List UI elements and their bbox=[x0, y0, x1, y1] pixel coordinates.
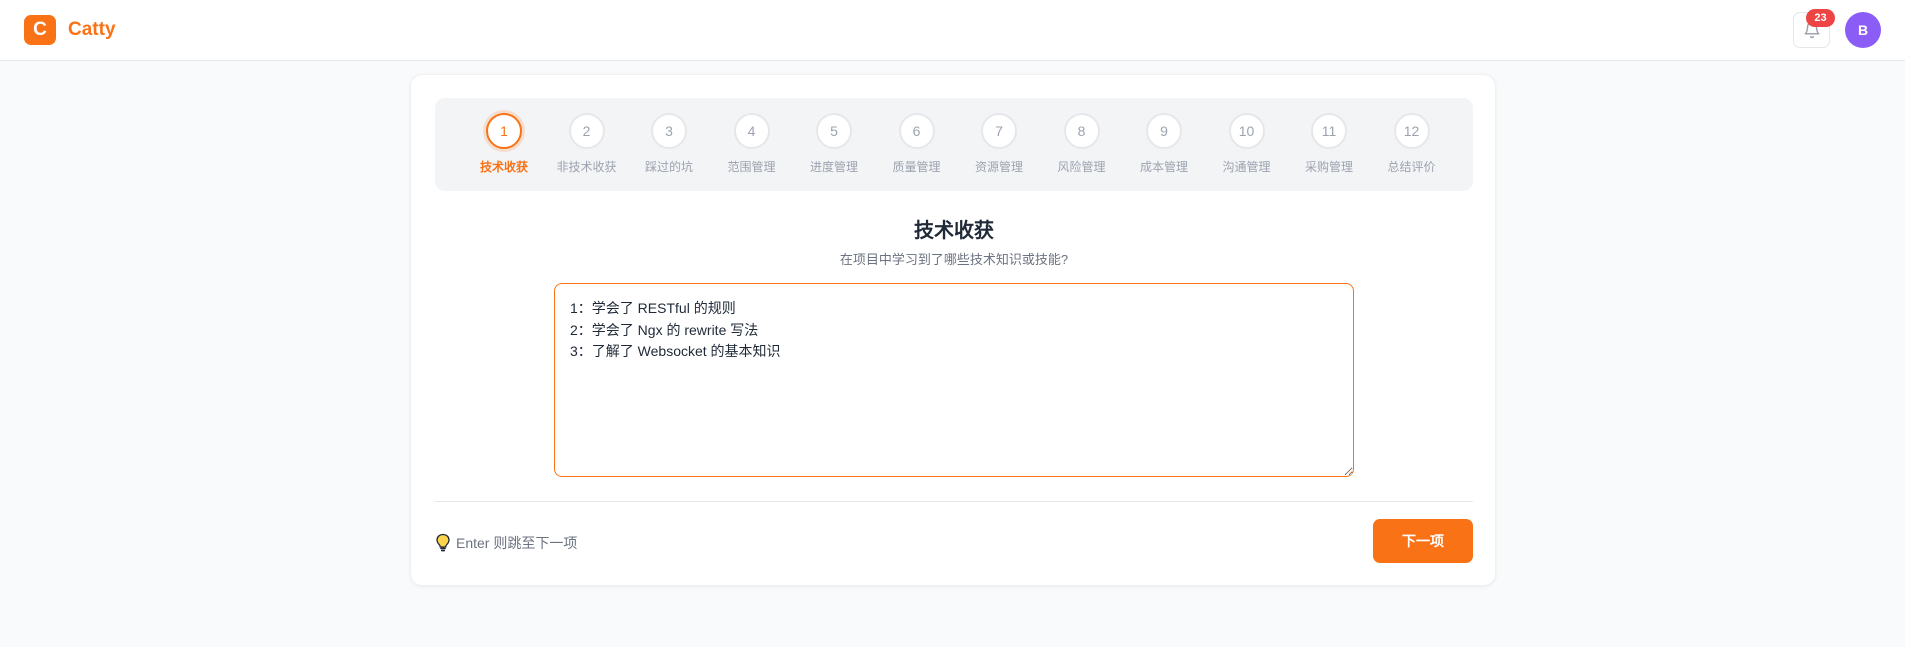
next-button[interactable]: 下一项 bbox=[1373, 519, 1473, 563]
step-8[interactable]: 8 风险管理 bbox=[1041, 98, 1123, 191]
notification-badge: 23 bbox=[1806, 9, 1835, 27]
step-label: 技术收获 bbox=[479, 160, 528, 174]
step-label: 总结评价 bbox=[1387, 160, 1436, 174]
step-1[interactable]: 1 技术收获 bbox=[463, 98, 545, 191]
logo-icon[interactable]: C bbox=[24, 15, 56, 45]
step-label: 非技术收获 bbox=[556, 160, 617, 174]
step-4[interactable]: 4 范围管理 bbox=[711, 98, 793, 191]
question-subtitle: 在项目中学习到了哪些技术知识或技能? bbox=[839, 252, 1069, 267]
step-7[interactable]: 7 资源管理 bbox=[958, 98, 1040, 191]
divider bbox=[435, 501, 1473, 502]
step-10[interactable]: 10 沟通管理 bbox=[1206, 98, 1288, 191]
step-number: 7 bbox=[981, 113, 1017, 149]
answer-textarea[interactable] bbox=[554, 283, 1354, 477]
step-5[interactable]: 5 进度管理 bbox=[793, 98, 875, 191]
lightbulb-icon bbox=[436, 533, 450, 552]
avatar[interactable]: B bbox=[1845, 12, 1881, 48]
step-number: 10 bbox=[1228, 113, 1265, 149]
step-number: 6 bbox=[898, 113, 935, 149]
step-label: 范围管理 bbox=[727, 160, 776, 174]
step-number: 3 bbox=[651, 113, 687, 149]
step-number: 11 bbox=[1311, 113, 1347, 149]
step-label: 沟通管理 bbox=[1222, 160, 1271, 174]
step-label: 风险管理 bbox=[1057, 160, 1106, 174]
step-label: 踩过的坑 bbox=[644, 160, 693, 174]
step-number: 8 bbox=[1063, 113, 1100, 149]
step-label: 质量管理 bbox=[892, 160, 941, 174]
step-number: 9 bbox=[1146, 113, 1182, 149]
step-label: 进度管理 bbox=[809, 160, 858, 174]
step-3[interactable]: 3 踩过的坑 bbox=[628, 98, 710, 191]
step-number: 2 bbox=[568, 113, 605, 149]
step-number: 4 bbox=[733, 113, 770, 149]
step-9[interactable]: 9 成本管理 bbox=[1123, 98, 1205, 191]
stepper: 1 技术收获 2 非技术收获 3 踩过的坑 4 范围管理 5 进度管理 6 质量管理 7 资源管理 8 风险管… bbox=[435, 98, 1473, 191]
step-label: 采购管理 bbox=[1304, 160, 1353, 174]
step-6[interactable]: 6 质量管理 bbox=[876, 98, 958, 191]
step-label: 资源管理 bbox=[974, 160, 1023, 174]
top-bar: C Catty 23 B bbox=[0, 0, 1905, 61]
step-2[interactable]: 2 非技术收获 bbox=[546, 98, 628, 191]
step-number: 12 bbox=[1393, 113, 1430, 149]
app-name[interactable]: Catty bbox=[68, 18, 116, 42]
step-11[interactable]: 11 采购管理 bbox=[1288, 98, 1370, 191]
step-12[interactable]: 12 总结评价 bbox=[1371, 98, 1453, 191]
hint-text: Enter 则跳至下一项 bbox=[456, 535, 578, 551]
step-number: 1 bbox=[486, 113, 522, 149]
step-number: 5 bbox=[816, 113, 852, 149]
step-label: 成本管理 bbox=[1139, 160, 1188, 174]
reflection-card: 1 技术收获 2 非技术收获 3 踩过的坑 4 范围管理 5 进度管理 6 质量管理 7 资源管理 8 风险管… bbox=[410, 74, 1496, 586]
question-title: 技术收获 bbox=[914, 220, 994, 242]
